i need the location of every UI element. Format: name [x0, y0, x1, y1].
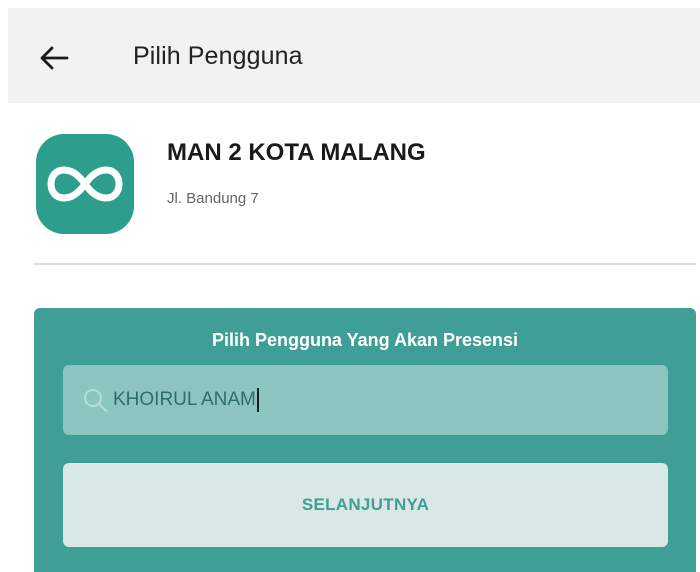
card-title: Pilih Pengguna Yang Akan Presensi: [211, 330, 519, 350]
next-button-label: SELANJUTNYA: [301, 495, 430, 514]
search-value: KHOIRUL ANAM: [113, 388, 259, 412]
arrow-left-icon: [40, 46, 69, 70]
school-logo: [36, 134, 134, 234]
school-name: MAN 2 KOTA MALANG: [167, 139, 426, 166]
screen: Pilih Pengguna MAN 2 KOTA MALANG Jl. Ban…: [0, 0, 700, 572]
divider: [34, 263, 696, 265]
school-address: Jl. Bandung 7: [167, 190, 259, 207]
back-button[interactable]: [34, 38, 74, 78]
app-bar: Pilih Pengguna: [8, 8, 700, 103]
next-button[interactable]: SELANJUTNYA: [63, 463, 668, 547]
page-title: Pilih Pengguna: [133, 42, 303, 70]
search-input[interactable]: KHOIRUL ANAM: [63, 365, 668, 435]
user-select-card: Pilih Pengguna Yang Akan Presensi KHOIRU…: [34, 308, 696, 572]
infinity-icon: [47, 166, 123, 202]
search-icon: [81, 386, 109, 414]
